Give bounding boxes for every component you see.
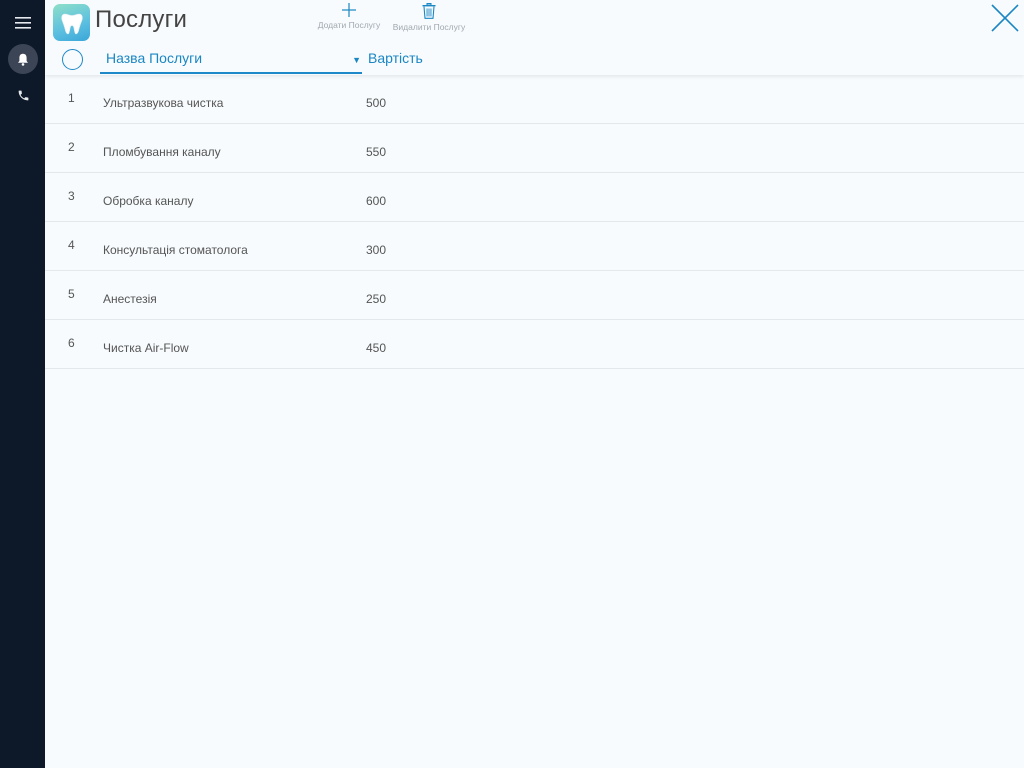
service-name: Пломбування каналу — [103, 145, 221, 159]
table-row[interactable]: 3 Обробка каналу 600 — [45, 173, 1024, 222]
select-all-checkbox[interactable] — [62, 49, 83, 70]
services-table: 1 Ультразвукова чистка 500 2 Пломбування… — [45, 75, 1024, 369]
main-panel: Послуги Додати Послугу Видалити Послугу … — [45, 0, 1024, 768]
service-name: Обробка каналу — [103, 194, 194, 208]
table-row[interactable]: 4 Консультація стоматолога 300 — [45, 222, 1024, 271]
service-price: 450 — [366, 341, 387, 355]
table-row[interactable]: 1 Ультразвукова чистка 500 — [45, 75, 1024, 124]
column-header-price[interactable]: Вартість — [368, 50, 423, 66]
menu-icon[interactable] — [8, 8, 38, 38]
column-name-label: Назва Послуги — [106, 50, 203, 66]
delete-service-label: Видалити Послугу — [392, 22, 466, 32]
trash-icon — [422, 3, 436, 19]
column-header-name[interactable]: Назва Послуги ▼ — [100, 48, 362, 74]
service-name: Ультразвукова чистка — [103, 96, 224, 110]
plus-icon — [342, 3, 356, 17]
tooth-logo-icon — [53, 4, 90, 41]
add-service-label: Додати Послугу — [317, 20, 381, 30]
phone-icon[interactable] — [8, 80, 38, 110]
service-name: Чистка Air-Flow — [103, 341, 189, 355]
service-name: Анестезія — [103, 292, 157, 306]
table-row[interactable]: 5 Анестезія 250 — [45, 271, 1024, 320]
table-row[interactable]: 6 Чистка Air-Flow 450 — [45, 320, 1024, 369]
sort-down-icon[interactable]: ▼ — [352, 55, 361, 65]
service-price: 600 — [366, 194, 387, 208]
row-number: 1 — [68, 91, 75, 105]
row-number: 6 — [68, 336, 75, 350]
service-name: Консультація стоматолога — [103, 243, 248, 257]
row-number: 5 — [68, 287, 75, 301]
add-service-button[interactable]: Додати Послугу — [315, 3, 383, 30]
row-number: 3 — [68, 189, 75, 203]
delete-service-button[interactable]: Видалити Послугу — [390, 3, 468, 32]
table-row[interactable]: 2 Пломбування каналу 550 — [45, 124, 1024, 173]
header: Послуги Додати Послугу Видалити Послугу … — [45, 0, 1024, 75]
service-price: 300 — [366, 243, 387, 257]
row-number: 2 — [68, 140, 75, 154]
page-title: Послуги — [95, 6, 188, 33]
row-number: 4 — [68, 238, 75, 252]
service-price: 550 — [366, 145, 387, 159]
service-price: 250 — [366, 292, 387, 306]
service-price: 500 — [366, 96, 387, 110]
close-icon[interactable] — [991, 4, 1019, 32]
bell-icon[interactable] — [8, 44, 38, 74]
sidebar — [0, 0, 45, 768]
